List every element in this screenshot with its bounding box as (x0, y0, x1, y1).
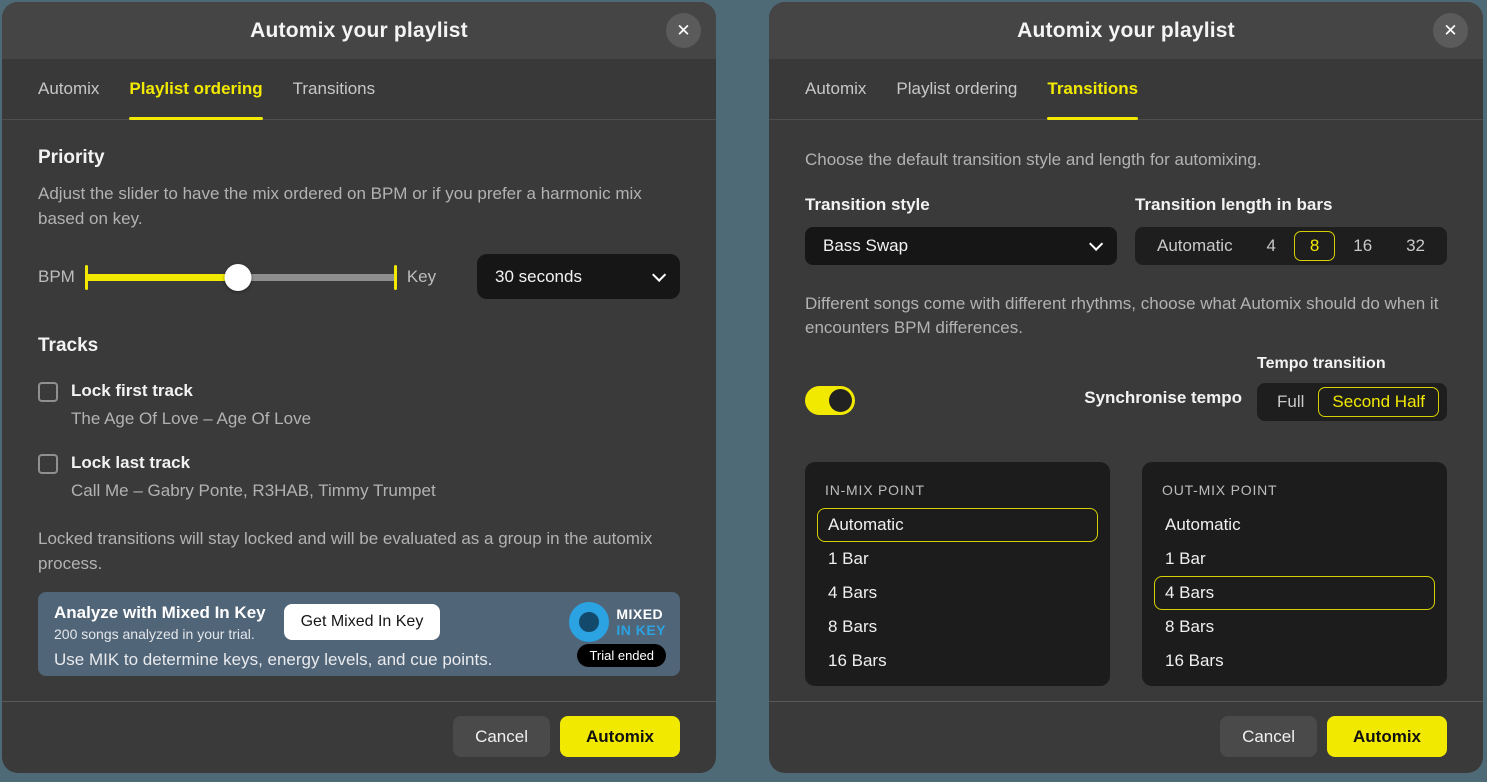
tempo-transition-label: Tempo transition (1257, 355, 1447, 373)
slider-left-tick (85, 265, 88, 290)
lock-last-track-checkbox[interactable] (38, 454, 58, 474)
length-option-32[interactable]: 32 (1390, 231, 1441, 261)
slider-key-label: Key (407, 267, 436, 287)
slider-bpm-label: BPM (38, 267, 75, 287)
tab-transitions[interactable]: Transitions (293, 59, 376, 119)
synchronise-tempo-row: Synchronise tempo Tempo transition Full … (805, 355, 1447, 421)
out-mix-option-8-bars[interactable]: 8 Bars (1154, 610, 1435, 644)
out-mix-point-heading: OUT-MIX POINT (1162, 482, 1435, 498)
tab-playlist-ordering[interactable]: Playlist ordering (896, 59, 1017, 119)
cancel-button[interactable]: Cancel (1220, 716, 1317, 757)
in-mix-point-heading: IN-MIX POINT (825, 482, 1098, 498)
tab-bar: Automix Playlist ordering Transitions (2, 59, 716, 120)
out-mix-option-automatic[interactable]: Automatic (1154, 508, 1435, 542)
dialog-header: Automix your playlist ✕ (2, 2, 716, 59)
first-track-name: The Age Of Love – Age Of Love (71, 409, 311, 429)
tab-playlist-ordering[interactable]: Playlist ordering (129, 59, 262, 119)
tempo-transition-segmented: Full Second Half (1257, 383, 1447, 421)
locked-transitions-note: Locked transitions will stay locked and … (38, 527, 680, 576)
transition-length-segmented: Automatic 4 8 16 32 (1135, 227, 1447, 265)
in-mix-option-1-bar[interactable]: 1 Bar (817, 542, 1098, 576)
transition-style-label: Transition style (805, 195, 1117, 215)
automix-button[interactable]: Automix (560, 716, 680, 757)
length-option-8[interactable]: 8 (1294, 231, 1335, 261)
length-option-automatic[interactable]: Automatic (1141, 231, 1249, 261)
dialog-title: Automix your playlist (250, 19, 468, 43)
chevron-down-icon (1089, 236, 1103, 250)
tab-transitions[interactable]: Transitions (1047, 59, 1138, 119)
synchronise-tempo-label: Synchronise tempo (1084, 388, 1242, 408)
slider-thumb[interactable] (224, 264, 251, 291)
transitions-intro: Choose the default transition style and … (805, 148, 1447, 173)
in-mix-option-8-bars[interactable]: 8 Bars (817, 610, 1098, 644)
length-option-16[interactable]: 16 (1337, 231, 1388, 261)
priority-description: Adjust the slider to have the mix ordere… (38, 182, 678, 231)
tempo-option-full[interactable]: Full (1263, 387, 1318, 417)
slider-fill (85, 274, 238, 281)
trial-ended-badge: Trial ended (577, 644, 666, 667)
dialog-title: Automix your playlist (1017, 19, 1235, 43)
tab-bar: Automix Playlist ordering Transitions (769, 59, 1483, 120)
out-mix-option-1-bar[interactable]: 1 Bar (1154, 542, 1435, 576)
get-mixed-in-key-button[interactable]: Get Mixed In Key (284, 604, 441, 640)
mixed-in-key-banner: Analyze with Mixed In Key 200 songs anal… (38, 592, 680, 676)
toggle-knob (829, 389, 852, 412)
lock-last-track-row[interactable]: Lock last track Call Me – Gabry Ponte, R… (38, 453, 680, 501)
tab-automix[interactable]: Automix (805, 59, 866, 119)
dialog-footer: Cancel Automix (769, 701, 1483, 773)
transition-style-dropdown[interactable]: Bass Swap (805, 227, 1117, 265)
automix-button[interactable]: Automix (1327, 716, 1447, 757)
in-mix-option-4-bars[interactable]: 4 Bars (817, 576, 1098, 610)
mik-banner-footer-text: Use MIK to determine keys, energy levels… (54, 650, 664, 670)
bpm-differences-note: Different songs come with different rhyt… (805, 292, 1447, 341)
tracks-heading: Tracks (38, 335, 680, 357)
transition-style-value: Bass Swap (823, 236, 908, 256)
transitions-panel: Choose the default transition style and … (769, 120, 1483, 701)
lock-first-track-row[interactable]: Lock first track The Age Of Love – Age O… (38, 381, 680, 429)
tempo-option-second-half[interactable]: Second Half (1318, 387, 1439, 417)
transition-length-label: Transition length in bars (1135, 195, 1447, 215)
lock-first-track-label: Lock first track (71, 381, 311, 401)
mik-banner-subtitle: 200 songs analyzed in your trial. (54, 626, 266, 642)
lock-last-track-label: Lock last track (71, 453, 436, 473)
mik-banner-title: Analyze with Mixed In Key (54, 603, 266, 623)
mik-logo-word2: IN KEY (616, 623, 666, 637)
slider-right-tick (394, 265, 397, 290)
mixed-in-key-logo: MIXED IN KEY (569, 602, 666, 642)
duration-dropdown[interactable]: 30 seconds (477, 254, 680, 299)
lock-first-track-checkbox[interactable] (38, 382, 58, 402)
tab-automix[interactable]: Automix (38, 59, 99, 119)
dialog-header: Automix your playlist ✕ (769, 2, 1483, 59)
mik-logo-word1: MIXED (616, 607, 666, 621)
duration-dropdown-value: 30 seconds (495, 267, 582, 287)
close-icon[interactable]: ✕ (1433, 13, 1468, 48)
out-mix-option-16-bars[interactable]: 16 Bars (1154, 644, 1435, 678)
out-mix-point-panel: OUT-MIX POINT Automatic 1 Bar 4 Bars 8 B… (1142, 462, 1447, 686)
last-track-name: Call Me – Gabry Ponte, R3HAB, Timmy Trum… (71, 481, 436, 501)
close-icon[interactable]: ✕ (666, 13, 701, 48)
dialog-footer: Cancel Automix (2, 701, 716, 773)
in-mix-point-panel: IN-MIX POINT Automatic 1 Bar 4 Bars 8 Ba… (805, 462, 1110, 686)
length-option-4[interactable]: 4 (1251, 231, 1292, 261)
priority-slider-row: BPM Key 30 seconds (38, 254, 680, 299)
bpm-key-slider[interactable] (85, 262, 397, 292)
cancel-button[interactable]: Cancel (453, 716, 550, 757)
automix-dialog-transitions: Automix your playlist ✕ Automix Playlist… (769, 2, 1483, 773)
out-mix-option-4-bars[interactable]: 4 Bars (1154, 576, 1435, 610)
in-mix-option-16-bars[interactable]: 16 Bars (817, 644, 1098, 678)
in-mix-option-automatic[interactable]: Automatic (817, 508, 1098, 542)
playlist-ordering-panel: Priority Adjust the slider to have the m… (2, 120, 716, 701)
mik-ring-icon (569, 602, 609, 642)
priority-heading: Priority (38, 147, 680, 169)
automix-dialog-playlist-ordering: Automix your playlist ✕ Automix Playlist… (2, 2, 716, 773)
synchronise-tempo-toggle[interactable] (805, 386, 855, 415)
chevron-down-icon (652, 268, 666, 282)
